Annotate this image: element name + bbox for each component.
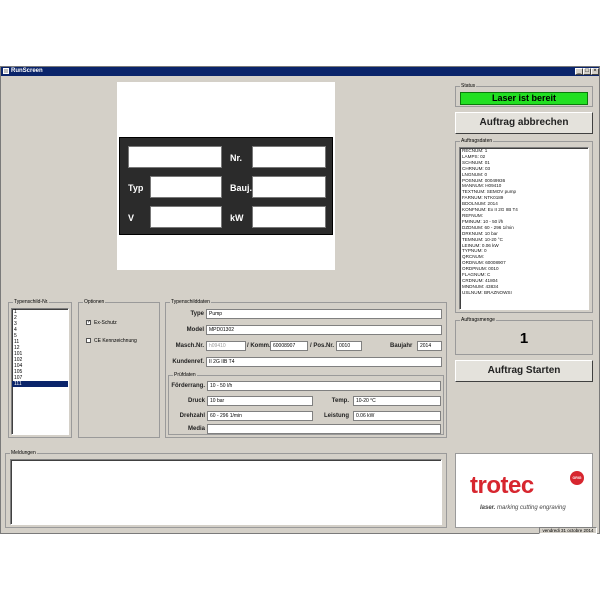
power-label: Leistung xyxy=(324,413,349,419)
plate-data-group: Typenschilddaten Type Pump Model MPD0130… xyxy=(165,299,447,438)
status-badge: Laser ist bereit xyxy=(460,92,588,105)
type-list-item[interactable]: 111 xyxy=(12,381,68,387)
window-title: RunScreen xyxy=(11,68,43,74)
type-list-group: Typenschild-Nr. 1 2 3 4 5 11 12 101 102 104 105 107… xyxy=(8,299,72,438)
order-qty-group: Auftragsmenge 1 xyxy=(455,317,593,355)
model-label: Model xyxy=(186,327,204,333)
messages-box[interactable] xyxy=(10,459,442,525)
customer-ref-label: Kundenref. xyxy=(172,359,204,365)
flow-range-input[interactable]: 10 - 50 l/h xyxy=(207,381,441,391)
type-input[interactable]: Pump xyxy=(206,309,442,319)
position-nr-label: / Pos.Nr. xyxy=(310,343,335,349)
order-data-list[interactable]: RECNUM: 1 LAMPS: 02 SCHNUM: 01 CHRNUM: 03 LN… xyxy=(459,147,589,310)
plate-label-v: V xyxy=(128,213,135,223)
messages-group-label: Meldungen xyxy=(10,450,37,456)
type-list[interactable]: 1 2 3 4 5 11 12 101 102 104 105 107 111 xyxy=(11,308,69,435)
temperature-input[interactable]: 10-20 °C xyxy=(353,396,441,406)
order-data-line: USLNUM: BRAZNOWSI xyxy=(462,289,512,295)
test-data-group-label: Prüfdaten xyxy=(173,372,197,378)
options-group: Optionen ✓ Ex-Schutz CE Kennzeichnung xyxy=(78,299,160,438)
rpm-input[interactable]: 60 - 296 1/min xyxy=(207,411,313,421)
media-input[interactable] xyxy=(207,424,441,434)
plate-cell-kw xyxy=(252,206,326,228)
type-plate-preview: Nr. Typ Bauj. V kW xyxy=(119,137,333,235)
order-qty-value: 1 xyxy=(519,330,529,347)
plate-data-group-label: Typenschilddaten xyxy=(170,299,211,305)
type-list-group-label: Typenschild-Nr. xyxy=(13,299,50,305)
maximize-button[interactable]: □ xyxy=(583,68,591,75)
ce-marking-label: CE Kennzeichnung xyxy=(94,338,137,344)
rpm-label: Drehzahl xyxy=(179,413,205,419)
customer-ref-input[interactable]: II 2G IIB T4 xyxy=(206,357,442,367)
pressure-label: Druck xyxy=(187,398,205,404)
status-group-label: Status xyxy=(460,83,477,89)
plate-label-bauj: Bauj. xyxy=(230,183,253,193)
plate-label-typ: Typ xyxy=(128,183,144,193)
ex-protection-label: Ex-Schutz xyxy=(94,320,117,326)
test-data-group: Prüfdaten Förderrang. 10 - 50 l/h Druck … xyxy=(168,372,444,435)
plate-cell-typ xyxy=(150,176,222,198)
title-bar[interactable]: RunScreen _ □ × xyxy=(1,67,599,76)
pressure-input[interactable]: 10 bar xyxy=(207,396,313,406)
trotec-logo: trotec ORIG laser. marking cutting engra… xyxy=(455,453,593,528)
plate-label-nr: Nr. xyxy=(230,153,243,163)
order-qty-group-label: Auftragsmenge xyxy=(460,317,496,323)
plate-cell-v xyxy=(150,206,222,228)
order-data-group-label: Auftragsdaten xyxy=(460,138,494,144)
start-order-button[interactable]: Auftrag Starten xyxy=(455,360,593,382)
position-nr-input[interactable]: 0010 xyxy=(336,341,362,351)
app-icon xyxy=(3,68,9,74)
model-input[interactable]: MPD01302 xyxy=(206,325,442,335)
plate-preview-area: Nr. Typ Bauj. V kW xyxy=(117,82,335,270)
build-year-input[interactable]: 2014 xyxy=(417,341,442,351)
minimize-button[interactable]: _ xyxy=(575,68,583,75)
order-data-lines: RECNUM: 1 LAMPS: 02 SCHNUM: 01 CHRNUM: 03 LN… xyxy=(460,148,588,296)
status-group: Status Laser ist bereit xyxy=(455,83,593,107)
commission-input[interactable]: 60008907 xyxy=(270,341,308,351)
messages-group: Meldungen xyxy=(5,450,447,528)
media-label: Media xyxy=(187,426,205,432)
plate-cell-bauj xyxy=(252,176,326,198)
ce-marking-checkbox[interactable] xyxy=(86,338,91,343)
abort-order-button[interactable]: Auftrag abbrechen xyxy=(455,112,593,134)
options-group-label: Optionen xyxy=(83,299,106,305)
flow-range-label: Förderrang. xyxy=(171,383,205,389)
close-button[interactable]: × xyxy=(591,68,599,75)
type-list-items: 1 2 3 4 5 11 12 101 102 104 105 107 111 xyxy=(12,309,68,387)
plate-cell-top-left xyxy=(128,146,222,168)
power-input[interactable]: 0.06 kW xyxy=(353,411,441,421)
build-year-label: Baujahr xyxy=(390,343,413,349)
temperature-label: Temp. xyxy=(331,398,349,404)
plate-cell-nr xyxy=(252,146,326,168)
logo-tagline-rest: marking cutting engraving xyxy=(495,505,566,511)
logo-tagline-bold: laser. xyxy=(480,505,496,511)
run-screen-window: RunScreen _ □ × Nr. Typ Bauj. V kW Statu… xyxy=(0,66,600,534)
machine-nr-input[interactable]: h09410 xyxy=(206,341,246,351)
logo-brand-text: trotec xyxy=(470,472,534,499)
status-bar-date: vendredi 31 octobre 2014 xyxy=(539,527,597,534)
logo-badge-icon: ORIG xyxy=(570,471,584,485)
ex-protection-checkbox[interactable]: ✓ xyxy=(86,320,91,325)
commission-label: / Komm. xyxy=(247,343,271,349)
plate-label-kw: kW xyxy=(230,213,244,223)
type-label: Type xyxy=(190,311,204,317)
order-data-group: Auftragsdaten RECNUM: 1 LAMPS: 02 SCHNUM: … xyxy=(455,138,593,313)
machine-nr-label: Masch.Nr. xyxy=(175,343,204,349)
logo-tagline: laser. marking cutting engraving xyxy=(480,505,566,511)
